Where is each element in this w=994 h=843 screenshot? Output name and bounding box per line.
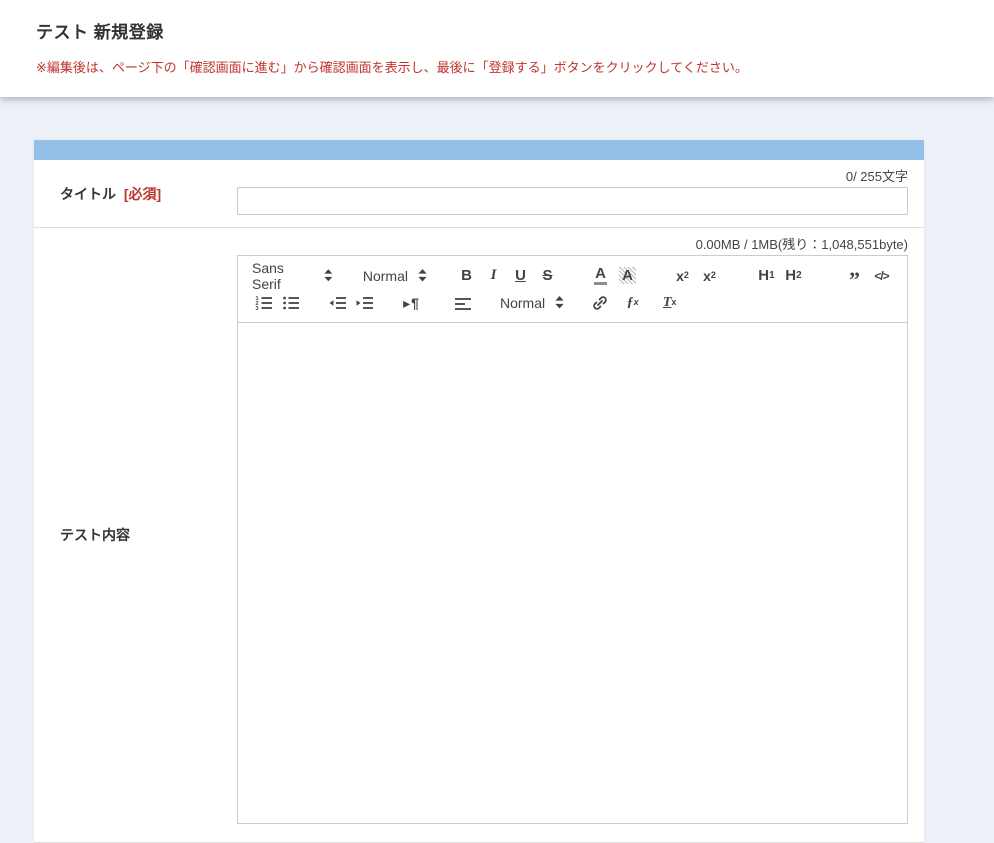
form-card: タイトル [必須] 0/ 255文字 テスト内容 0.00MB / 1MB(残り… — [34, 140, 924, 843]
align-button[interactable] — [449, 291, 476, 315]
background-color-icon: A — [619, 267, 636, 285]
notice-text: ※編集後は、ページ下の「確認画面に進む」から確認画面を表示し、最後に「登録する」… — [36, 57, 958, 76]
link-icon — [591, 294, 609, 312]
required-badge: [必須] — [124, 186, 161, 202]
content-label: テスト内容 — [60, 525, 130, 545]
text-color-icon: A — [594, 266, 607, 285]
content-value-cell: 0.00MB / 1MB(残り：1,048,551byte) Sans Seri… — [237, 228, 924, 842]
title-label: タイトル — [60, 186, 116, 202]
content-label-cell: テスト内容 — [34, 228, 237, 842]
ordered-list-button[interactable]: 1 2 3 — [250, 291, 277, 315]
content-row: テスト内容 0.00MB / 1MB(残り：1,048,551byte) San… — [34, 227, 924, 843]
toolbar-row-2: 1 2 3 — [250, 290, 895, 315]
outdent-icon — [329, 294, 347, 312]
strikethrough-button[interactable]: S — [534, 264, 561, 288]
rich-text-editor: Sans Serif Normal B I — [237, 255, 908, 824]
title-row: タイトル [必須] 0/ 255文字 — [34, 160, 924, 227]
outdent-button[interactable] — [324, 291, 351, 315]
size-picker-label: Normal — [363, 268, 408, 284]
superscript-button[interactable]: x2 — [696, 264, 723, 288]
font-picker-label: Sans Serif — [252, 260, 314, 292]
page-title: テスト 新規登録 — [36, 18, 958, 43]
title-char-counter: 0/ 255文字 — [237, 168, 908, 185]
svg-text:3: 3 — [255, 306, 258, 312]
header2-button[interactable]: H2 — [780, 264, 807, 288]
line-height-picker[interactable]: Normal — [498, 291, 566, 315]
page-header: テスト 新規登録 ※編集後は、ページ下の「確認画面に進む」から確認画面を表示し、… — [0, 0, 994, 97]
updown-arrows-icon — [324, 269, 333, 282]
toolbar-row-1: Sans Serif Normal B I — [250, 263, 895, 288]
background-color-button[interactable]: A — [614, 264, 641, 288]
formula-button[interactable]: ƒx — [619, 291, 646, 315]
text-color-button[interactable]: A — [587, 264, 614, 288]
underline-button[interactable]: U — [507, 264, 534, 288]
code-block-button[interactable]: </> — [868, 264, 895, 288]
indent-icon — [356, 294, 374, 312]
bullet-list-icon — [282, 294, 300, 312]
align-icon — [454, 294, 472, 312]
clean-formatting-button[interactable]: Tx — [656, 291, 683, 315]
size-counter: 0.00MB / 1MB(残り：1,048,551byte) — [237, 236, 908, 253]
blockquote-button[interactable]: ” — [841, 264, 868, 288]
italic-button[interactable]: I — [480, 264, 507, 288]
bullet-list-button[interactable] — [277, 291, 304, 315]
ordered-list-icon: 1 2 3 — [255, 294, 273, 312]
title-input[interactable] — [237, 187, 908, 215]
line-height-picker-label: Normal — [500, 295, 545, 311]
indent-button[interactable] — [351, 291, 378, 315]
subscript-button[interactable]: x2 — [669, 264, 696, 288]
bold-button[interactable]: B — [453, 264, 480, 288]
updown-arrows-icon — [418, 269, 427, 282]
font-picker[interactable]: Sans Serif — [250, 264, 335, 288]
accent-bar — [34, 140, 924, 160]
editor-content[interactable] — [238, 323, 907, 823]
editor-toolbar: Sans Serif Normal B I — [238, 256, 907, 323]
size-picker[interactable]: Normal — [361, 264, 429, 288]
title-label-cell: タイトル [必須] — [34, 160, 237, 227]
title-value-cell: 0/ 255文字 — [237, 160, 924, 227]
header1-button[interactable]: H1 — [753, 264, 780, 288]
link-button[interactable] — [586, 291, 613, 315]
text-direction-button[interactable]: ▸¶ — [398, 291, 425, 315]
updown-arrows-icon — [555, 296, 564, 309]
